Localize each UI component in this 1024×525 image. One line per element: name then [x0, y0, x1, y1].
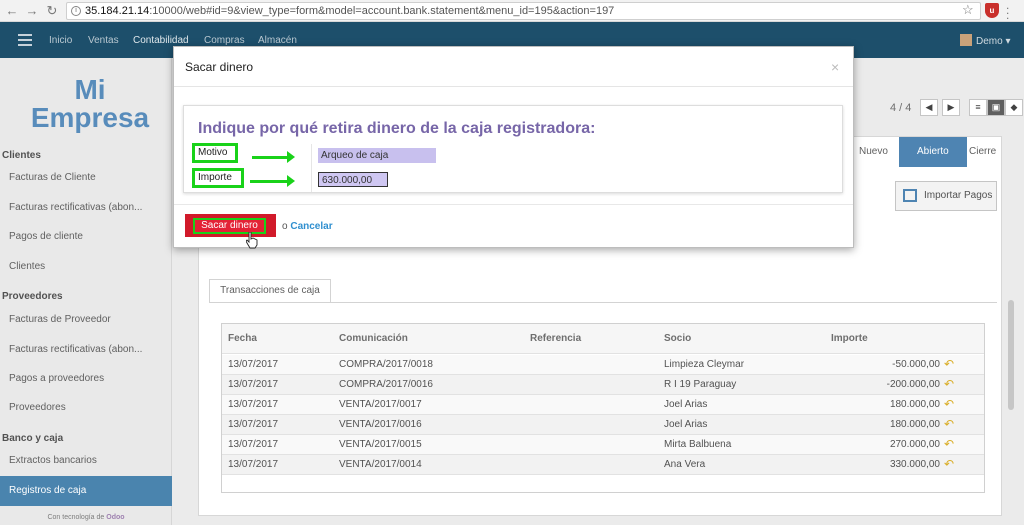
user-name: Demo — [976, 36, 1003, 47]
close-icon[interactable]: × — [831, 59, 839, 75]
nav-compras[interactable]: Compras — [204, 35, 245, 46]
back-icon[interactable]: ← — [5, 3, 19, 19]
dialog-header: Sacar dinero × — [174, 47, 853, 87]
address-bar[interactable]: i 35.184.21.14:10000/web#id=9&view_type=… — [66, 2, 981, 20]
url-host: 35.184.21.14 — [85, 5, 150, 17]
dialog-title: Sacar dinero — [185, 60, 254, 74]
user-menu[interactable]: Demo ▾ — [960, 34, 1011, 47]
hamburger-menu-icon[interactable] — [18, 34, 32, 46]
dialog-body: Indique por qué retira dinero de la caja… — [183, 105, 843, 193]
arrow-annotation — [252, 151, 295, 163]
importe-label: Importe — [192, 168, 244, 188]
nav-inicio[interactable]: Inicio — [49, 35, 72, 46]
cancelar-link[interactable]: Cancelar — [290, 221, 332, 232]
hand-cursor-icon — [246, 232, 258, 249]
nav-ventas[interactable]: Ventas — [88, 35, 119, 46]
browser-menu-icon[interactable]: ... — [1006, 0, 1009, 21]
bookmark-star-icon[interactable]: ☆ — [962, 2, 974, 18]
avatar — [960, 34, 972, 46]
importe-input[interactable]: 630.000,00 — [318, 172, 388, 187]
cancel-group: o Cancelar — [282, 221, 333, 232]
ublock-extension-icon[interactable]: u — [985, 3, 999, 18]
browser-toolbar: ← → ↻ i 35.184.21.14:10000/web#id=9&view… — [0, 0, 1024, 22]
screen: ← → ↻ i 35.184.21.14:10000/web#id=9&view… — [0, 0, 1024, 525]
nav-contabilidad[interactable]: Contabilidad — [133, 35, 189, 46]
motivo-input[interactable]: Arqueo de caja — [318, 148, 436, 163]
or-text: o — [282, 221, 288, 232]
forward-icon[interactable]: → — [25, 3, 39, 19]
reload-icon[interactable]: ↻ — [45, 3, 59, 19]
dialog-prompt: Indique por qué retira dinero de la caja… — [198, 120, 596, 137]
nav-almacen[interactable]: Almacén — [258, 35, 297, 46]
sacar-dinero-dialog: Sacar dinero × Indique por qué retira di… — [173, 46, 854, 248]
info-icon[interactable]: i — [71, 6, 81, 16]
arrow-annotation — [250, 175, 295, 187]
field-separator — [311, 144, 312, 192]
motivo-label: Motivo — [192, 143, 238, 163]
url-path: :10000/web#id=9&view_type=form&model=acc… — [149, 5, 615, 17]
